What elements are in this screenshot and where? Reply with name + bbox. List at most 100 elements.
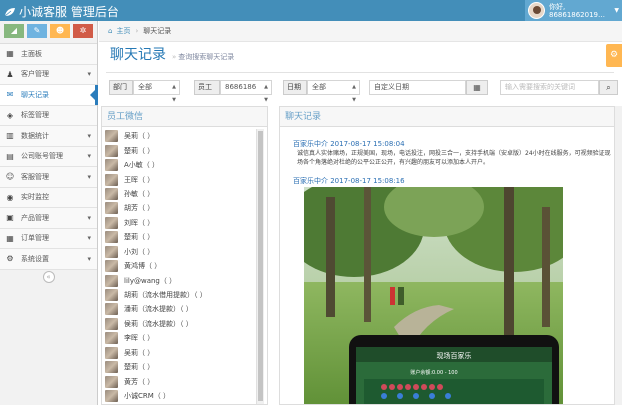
sidebar-collapse[interactable]: « [0,270,97,284]
sidebar-item-label: 主面板 [21,49,42,58]
header-divider [106,72,614,73]
department-label: 部门 [109,80,133,95]
employee-name: 楚莉（ ） [124,363,155,372]
employee-avatar [105,187,118,200]
settings-toggle-icon[interactable]: ⚙ [606,44,622,67]
employee-item[interactable]: 吴莉（ ） [105,129,255,143]
employee-item[interactable]: 胡芳（ ） [105,201,255,215]
chevron-down-icon: ▾ [87,213,91,222]
employee-name: 刘晖（ ） [124,218,155,227]
employee-item[interactable]: 楚莉（ ） [105,143,255,157]
employee-item[interactable]: 李晖（ ） [105,331,255,345]
sidebar-item[interactable]: ♟ 客户管理 ▾ [0,64,97,85]
custom-date-text: 自定义日期 [374,83,409,91]
sidebar-item[interactable]: ▥ 数据统计 ▾ [0,126,97,147]
page-scrollbar[interactable] [614,106,622,405]
employee-item[interactable]: 侯莉（流水提款）（ ） [105,317,255,331]
employee-avatar [105,173,118,186]
users-icon: ♟ [6,69,14,79]
employee-avatar [105,361,118,374]
top-navbar: 小诚客服 管理后台 你好, 86861862019… ▼ [0,0,622,21]
sidebar-item[interactable]: ◈ 标签管理 [0,105,97,126]
employee-name: lily@wang（ ） [124,276,177,285]
message-sender: 百家乐中介 2017-08-17 15:08:16 [293,177,405,185]
department-select[interactable]: 全部 ▲ ▼ [133,80,180,103]
signal-icon[interactable]: ◢ [4,24,24,38]
employee-item[interactable]: 黄芳（ ） [105,374,255,388]
employee-avatar [105,317,118,330]
employee-item[interactable]: lily@wang（ ） [105,273,255,287]
employee-item[interactable]: 刘晖（ ） [105,216,255,230]
sidebar-item-label: 系统设置 [21,254,49,263]
employee-name: 黄芳（ ） [124,377,155,386]
employee-item[interactable]: 楚莉（ ） [105,360,255,374]
employee-avatar [105,130,118,143]
employee-item[interactable]: 吴莉（ ） [105,346,255,360]
brand[interactable]: 小诚客服 管理后台 [4,3,119,20]
sidebar-item-label: 客服管理 [21,172,49,181]
search-icon[interactable]: ⌕ [599,80,618,95]
employee-item[interactable]: 小诚CRM（ ） [105,389,255,403]
employee-name: 吴莉（ ） [124,348,155,357]
sidebar-item[interactable]: ▣ 产品管理 ▾ [0,208,97,229]
custom-date-input[interactable]: 自定义日期 [369,80,466,95]
employee-list: 吴莉（ ） 楚莉（ ） A小敏（ ） 王晖（ ） 孙敏（ ） 胡芳（ ） 刘晖（ ） 楚莉（ … [105,129,255,404]
sidebar-item-label: 标签管理 [21,111,49,120]
employee-value: 8686186 [225,83,257,91]
home-icon[interactable]: ⌂ [108,27,112,35]
search-input[interactable]: 输入需要搜索的关键词 [500,80,599,95]
group-icon[interactable]: ☻ [50,24,70,38]
employee-item[interactable]: 楚莉（ ） [105,230,255,244]
sidebar-item-label: 实时监控 [21,193,49,202]
chat-panel-title: 聊天记录 [280,107,615,127]
breadcrumb: ⌂ 主页 › 聊天记录 [99,21,622,42]
calendar-icon[interactable]: ▦ [466,80,488,95]
sidebar-item[interactable]: ✉ 聊天记录 [0,85,98,106]
double-left-icon[interactable]: « [42,270,55,283]
employee-item[interactable]: 潘莉（流水提款）（ ） [105,302,255,316]
sidebar-item-label: 产品管理 [21,213,49,222]
message-text: 诚信真人实体赌场，正规美国，现场，电话投注，网投三合一，支持手机端（安卓版）24… [297,150,611,166]
cogs-icon[interactable]: ✲ [73,24,93,38]
employee-avatar [105,202,118,215]
employee-avatar [105,260,118,273]
date-value: 全部 [312,83,326,91]
employee-item[interactable]: 黄鸿博（ ） [105,259,255,273]
employee-avatar [105,390,118,403]
employee-item[interactable]: A小敏（ ） [105,158,255,172]
pencil-icon[interactable]: ✎ [27,24,47,38]
sidebar-item[interactable]: ▤ 公司账号管理 ▾ [0,146,97,167]
employee-select[interactable]: 8686186 ▲ ▼ [220,80,272,103]
avatar [528,2,545,19]
employee-name: 胡莉（流水借用提款）（ ） [124,291,207,300]
breadcrumb-home[interactable]: 主页 [116,26,130,36]
user-account: 86861862019… [549,10,605,19]
user-greeting: 你好, [549,2,566,11]
employee-list-scrollbar[interactable] [256,129,264,404]
employee-item[interactable]: 小刘（ ） [105,245,255,259]
employee-name: 孙敏（ ） [124,189,155,198]
date-select[interactable]: 全部 ▲ ▼ [307,80,360,103]
sidebar-item[interactable]: ☺ 客服管理 ▾ [0,167,97,188]
employee-item[interactable]: 孙敏（ ） [105,187,255,201]
sidebar-item[interactable]: ▦ 主面板 [0,44,97,65]
employee-panel: 员工微信 吴莉（ ） 楚莉（ ） A小敏（ ） 王晖（ ） 孙敏（ ） 胡芳（ ） 刘晖（ … [101,106,268,405]
page-title: 聊天记录 [110,47,166,63]
sidebar-item-label: 客户管理 [21,70,49,79]
sidebar-item[interactable]: ▦ 订单管理 ▾ [0,228,97,249]
sidebar-item[interactable]: ⚙ 系统设置 ▾ [0,249,97,270]
employee-avatar [105,303,118,316]
user-menu[interactable]: 你好, 86861862019… ▼ [525,0,622,21]
phone-balance: 账户余额:0.00 - 100 [410,369,457,376]
employee-avatar [105,375,118,388]
employee-item[interactable]: 王晖（ ） [105,172,255,186]
employee-avatar [105,216,118,229]
chevron-down-icon: ▾ [87,234,91,243]
employee-name: 楚莉（ ） [124,146,155,155]
select-arrow-icon: ▲ ▼ [172,84,176,103]
employee-item[interactable]: 胡莉（流水借用提款）（ ） [105,288,255,302]
sidebar-item[interactable]: ◉ 实时监控 [0,187,97,208]
chat-image[interactable]: 现场百家乐 账户余额:0.00 - 100 [304,187,563,405]
chat-panel: 聊天记录 百家乐中介 2017-08-17 15:08:04 诚信真人实体赌场，… [279,106,616,405]
employee-name: 吴莉（ ） [124,132,155,141]
